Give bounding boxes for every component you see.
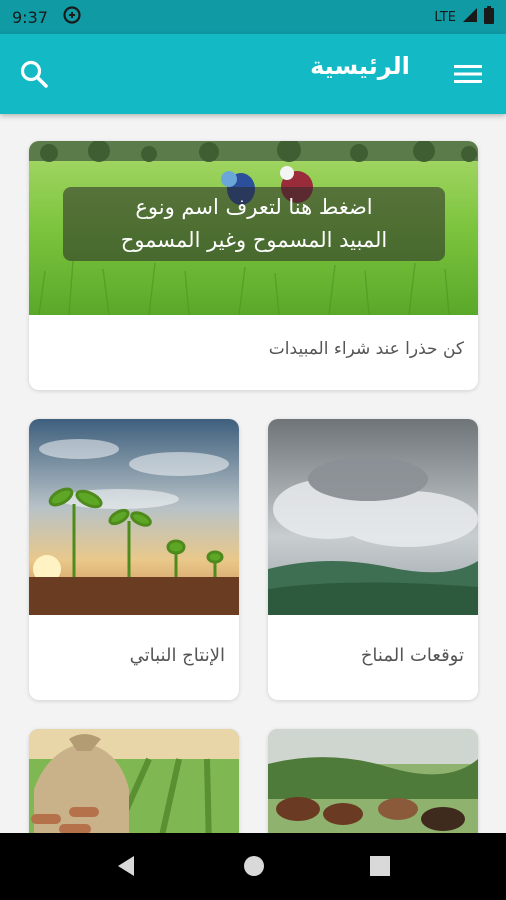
status-left: 9:37 <box>12 5 82 29</box>
status-right: LTE <box>434 6 494 28</box>
banner-card[interactable]: اضغط هنا لتعرف اسم ونوع المبيد المسموح و… <box>29 141 478 390</box>
card-partial-right[interactable] <box>268 729 478 849</box>
banner-line-1: اضغط هنا لتعرف اسم ونوع <box>135 195 373 219</box>
seedlings-image <box>29 419 239 615</box>
banner-line-2: المبيد المسموح وغير المسموح <box>120 228 388 252</box>
livestock-image <box>268 729 478 849</box>
card-caption-climate: توقعات المناخ <box>360 645 464 666</box>
card-partial-left[interactable] <box>29 729 239 849</box>
card-plant-production[interactable]: الإنتاج النباتي <box>29 419 239 700</box>
banner-caption: كن حذرا عند شراء المبيدات <box>268 339 464 359</box>
network-label: LTE <box>434 9 456 25</box>
signal-icon <box>462 7 478 27</box>
crops-sack-image <box>29 729 239 849</box>
page-title: الرئيسية <box>310 52 410 80</box>
back-icon[interactable] <box>116 855 136 881</box>
menu-icon[interactable] <box>454 62 482 86</box>
banner-overlay: اضغط هنا لتعرف اسم ونوع المبيد المسموح و… <box>63 187 445 261</box>
card-caption-plant: الإنتاج النباتي <box>129 645 225 666</box>
status-bar: 9:37 LTE <box>0 0 506 34</box>
nav-bar <box>0 833 506 900</box>
status-time: 9:37 <box>12 7 48 27</box>
clouds-image <box>268 419 478 615</box>
search-icon[interactable] <box>18 58 50 90</box>
battery-icon <box>484 6 494 28</box>
recents-icon[interactable] <box>370 856 390 880</box>
card-climate-forecast[interactable]: توقعات المناخ <box>268 419 478 700</box>
home-icon[interactable] <box>243 855 265 881</box>
app-bar: الرئيسية <box>0 34 506 114</box>
data-saver-icon <box>62 5 82 29</box>
